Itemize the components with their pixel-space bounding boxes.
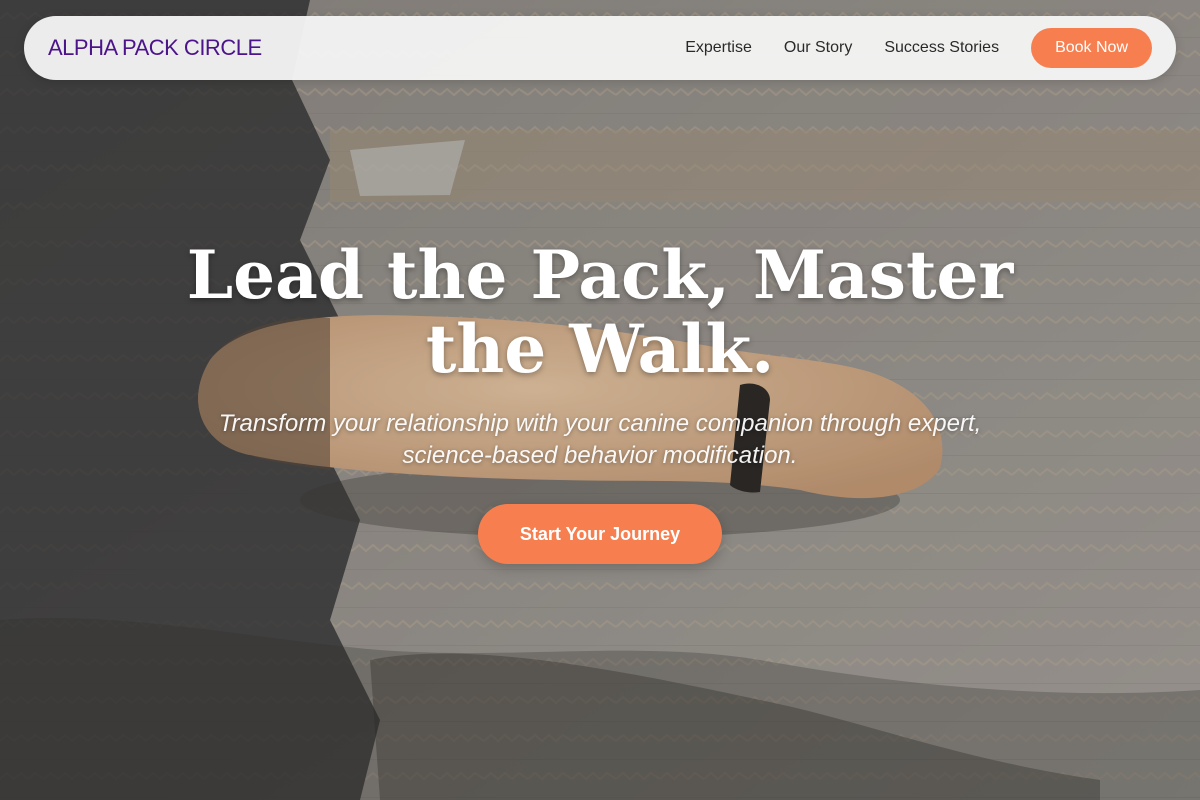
navbar: ALPHA PACK CIRCLE Expertise Our Story Su… [24, 16, 1176, 80]
start-journey-button[interactable]: Start Your Journey [478, 504, 722, 564]
hero-title: Lead the Pack, Master the Walk. [186, 236, 1014, 388]
nav-link-success-stories[interactable]: Success Stories [884, 39, 999, 57]
nav-link-our-story[interactable]: Our Story [784, 39, 852, 57]
book-now-button[interactable]: Book Now [1031, 28, 1152, 68]
brand-logo[interactable]: ALPHA PACK CIRCLE [48, 35, 262, 61]
hero-subtitle: Transform your relationship with your ca… [218, 410, 982, 469]
nav-links: Expertise Our Story Success Stories Book… [685, 28, 1152, 68]
hero-content: Lead the Pack, Master the Walk. Transfor… [0, 238, 1200, 564]
nav-link-expertise[interactable]: Expertise [685, 39, 752, 57]
hero-section: ALPHA PACK CIRCLE Expertise Our Story Su… [0, 0, 1200, 800]
